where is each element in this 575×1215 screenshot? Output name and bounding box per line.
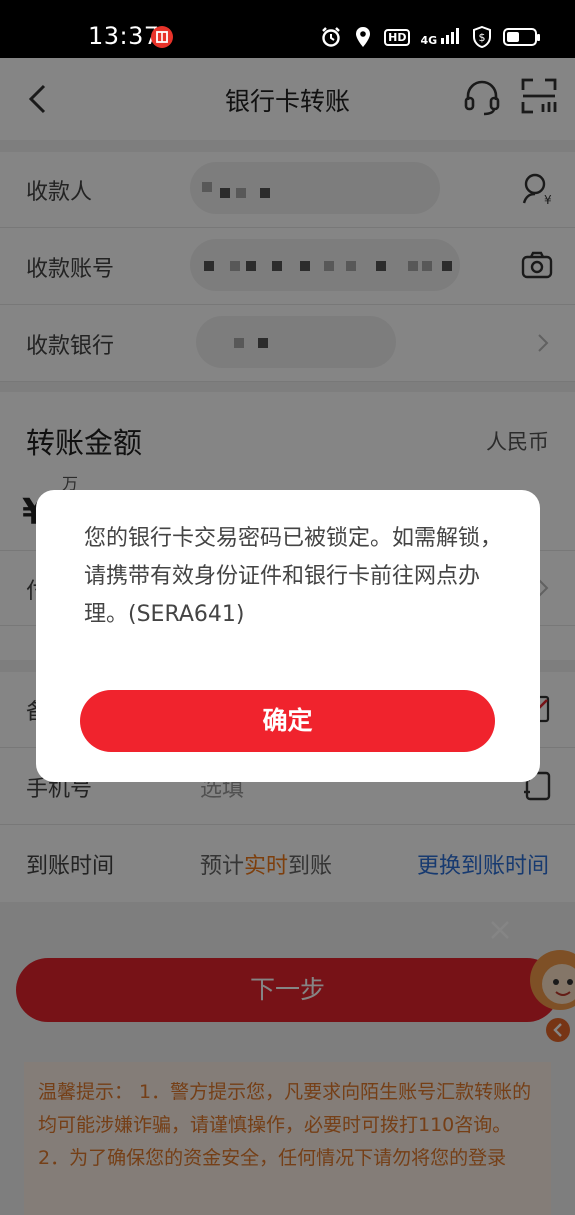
- app-notification-icon: [151, 26, 173, 48]
- network-type: 4G: [420, 33, 438, 47]
- signal-icon: 4G: [420, 27, 461, 47]
- hd-badge: HD: [384, 28, 411, 46]
- shield-dollar-icon: $: [471, 26, 493, 48]
- alarm-icon: [320, 26, 342, 48]
- status-time: 13:37: [88, 22, 160, 50]
- password-locked-dialog: 您的银行卡交易密码已被锁定。如需解锁，请携带有效身份证件和银行卡前往网点办理。(…: [36, 490, 540, 782]
- svg-text:$: $: [479, 31, 486, 44]
- dialog-message: 您的银行卡交易密码已被锁定。如需解锁，请携带有效身份证件和银行卡前往网点办理。(…: [84, 526, 503, 627]
- status-icons: HD 4G $: [320, 24, 540, 50]
- status-bar: 13:37 HD 4G $: [0, 0, 575, 58]
- location-icon: [352, 26, 374, 48]
- battery-icon: [503, 28, 540, 46]
- confirm-button[interactable]: 确定: [80, 690, 495, 752]
